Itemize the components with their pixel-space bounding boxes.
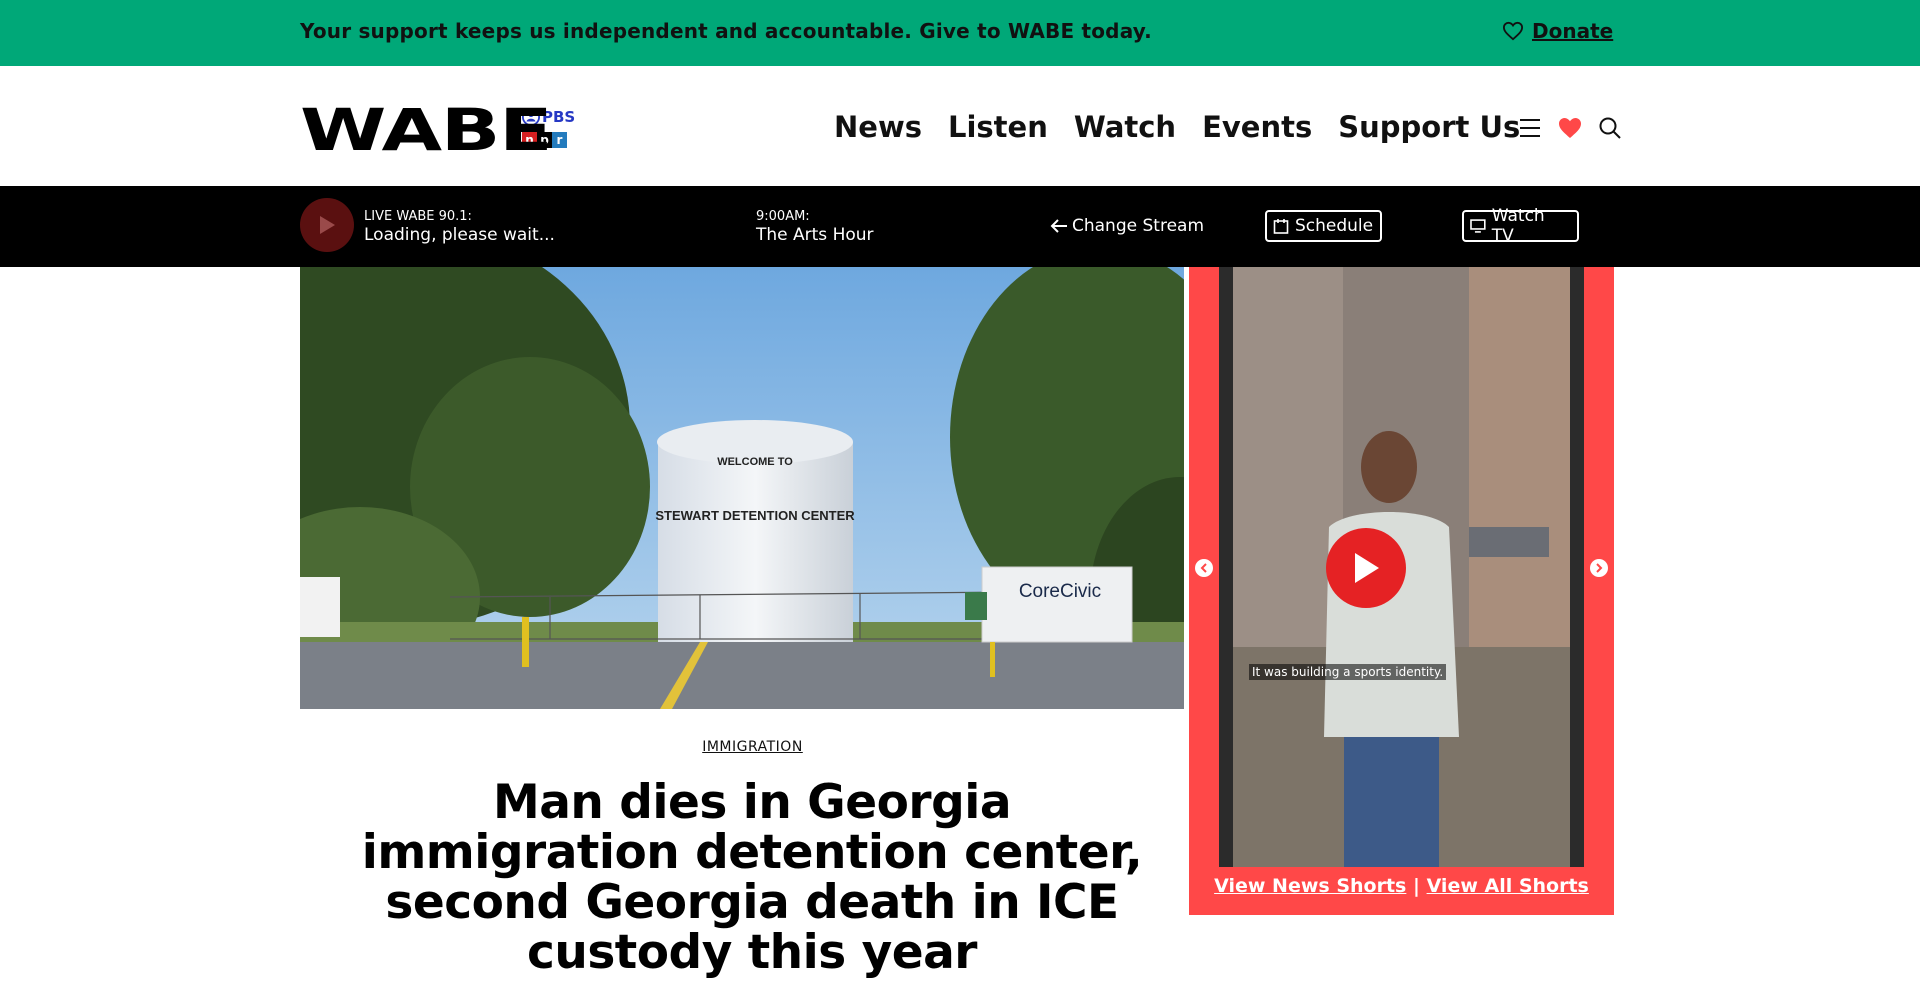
live-play-button[interactable] <box>300 198 354 252</box>
tank-text-name: STEWART DETENTION CENTER <box>655 508 855 523</box>
logo-wordmark: WABE <box>300 96 553 164</box>
main-nav: News Listen Watch Events Support Us <box>834 110 1520 144</box>
view-all-shorts-link[interactable]: View All Shorts <box>1427 875 1589 897</box>
donate-label: Donate <box>1532 19 1614 43</box>
wabe-logo[interactable]: WABE PBS n p r <box>300 96 575 164</box>
nav-news[interactable]: News <box>834 110 922 144</box>
donate-link[interactable]: Donate <box>1502 19 1613 43</box>
support-banner: Your support keeps us independent and ac… <box>0 0 1920 66</box>
article-headline: Man dies in Georgia immigration detentio… <box>361 775 1143 980</box>
nav-watch[interactable]: Watch <box>1074 110 1176 144</box>
schedule-label: Schedule <box>1295 216 1374 236</box>
detention-center-photo: WELCOME TO STEWART DETENTION CENTER Core… <box>300 267 1184 709</box>
search-icon[interactable] <box>1598 116 1622 140</box>
current-show-name: The Arts Hour <box>756 225 874 245</box>
live-status-text: Loading, please wait... <box>364 225 555 245</box>
watch-tv-button[interactable]: Watch TV <box>1462 206 1579 246</box>
live-player-bar: LIVE WABE 90.1: Loading, please wait... … <box>0 186 1920 267</box>
menu-icon[interactable] <box>1518 117 1542 139</box>
shorts-links: View News Shorts | View All Shorts <box>1189 875 1614 897</box>
heart-outline-icon <box>1502 21 1524 41</box>
change-stream-button[interactable]: Change Stream <box>1050 216 1204 236</box>
news-shorts-panel: It was building a sports identity. View … <box>1189 267 1614 915</box>
shorts-next-button[interactable] <box>1590 559 1608 577</box>
banner-message: Your support keeps us independent and ac… <box>300 19 1152 43</box>
calendar-icon <box>1273 219 1289 234</box>
site-header: WABE PBS n p r News Listen Watch Events … <box>0 66 1920 186</box>
tank-text-welcome: WELCOME TO <box>717 456 793 468</box>
hero-image: WELCOME TO STEWART DETENTION CENTER Core… <box>300 267 1184 709</box>
shorts-play-button[interactable] <box>1326 528 1406 608</box>
arrow-left-icon <box>1050 219 1067 233</box>
shorts-caption: It was building a sports identity. <box>1249 664 1447 680</box>
view-news-shorts-link[interactable]: View News Shorts <box>1214 875 1406 897</box>
schedule-button[interactable]: Schedule <box>1265 210 1382 242</box>
nav-events[interactable]: Events <box>1202 110 1312 144</box>
chevron-right-icon <box>1596 563 1603 573</box>
show-time-label: 9:00AM: <box>756 209 810 224</box>
change-stream-label: Change Stream <box>1072 216 1204 236</box>
watch-tv-label: Watch TV <box>1491 206 1545 246</box>
heart-icon[interactable] <box>1558 117 1582 139</box>
live-station-label: LIVE WABE 90.1: <box>364 209 472 224</box>
shorts-prev-button[interactable] <box>1195 559 1213 577</box>
chevron-left-icon <box>1200 563 1207 573</box>
monitor-icon <box>1470 219 1486 233</box>
header-tools <box>1518 116 1622 140</box>
nav-listen[interactable]: Listen <box>948 110 1048 144</box>
corecivic-sign-text: CoreCivic <box>1019 581 1101 602</box>
play-icon <box>320 216 335 234</box>
play-icon <box>1355 553 1379 583</box>
links-separator: | <box>1412 875 1420 897</box>
article-category[interactable]: IMMIGRATION <box>0 739 1505 755</box>
nav-support-us[interactable]: Support Us <box>1338 110 1520 144</box>
